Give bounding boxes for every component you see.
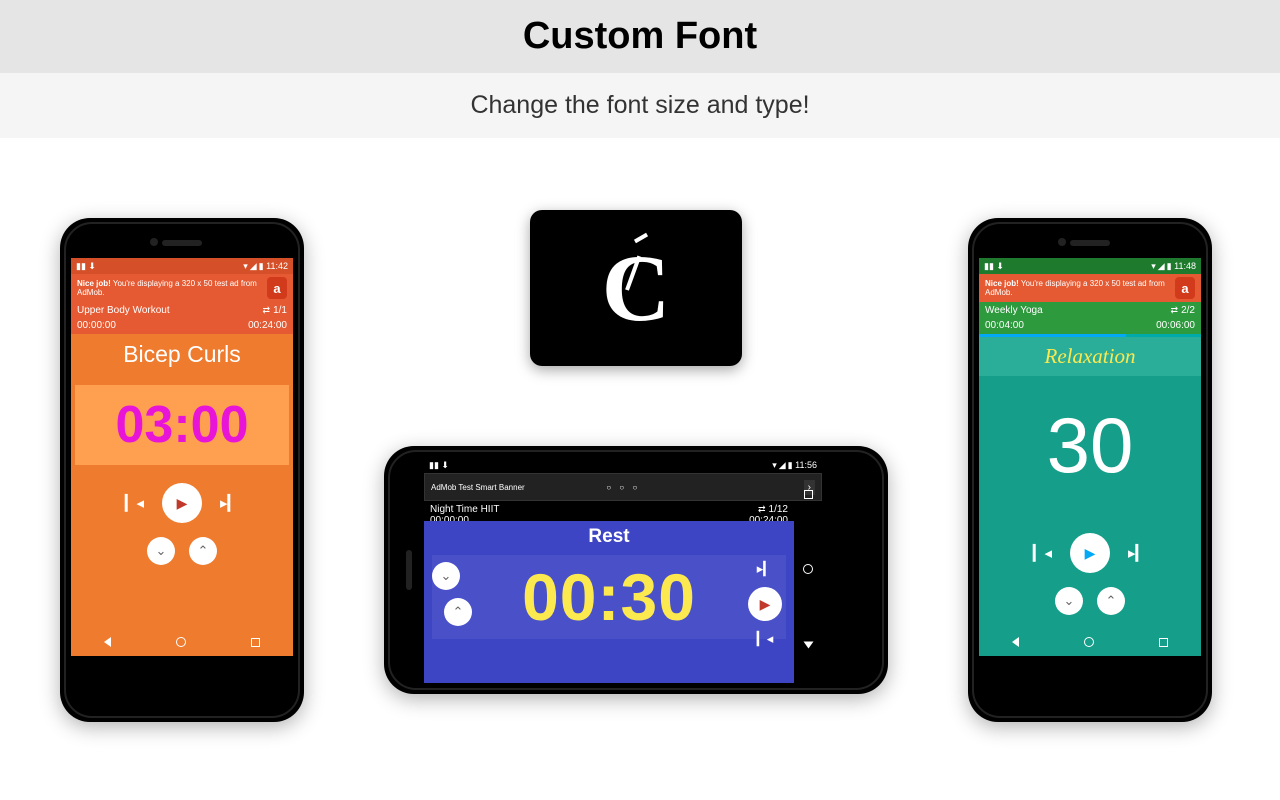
nav-home-icon[interactable] (1084, 637, 1094, 647)
battery-icon: ▮ (1167, 261, 1172, 272)
prev-icon[interactable]: ▎◂ (1033, 544, 1052, 562)
showcase: C ▮▮ ⬇ ▾◢▮ 11:42 Nice job! You're displa… (0, 138, 1280, 798)
status-bar: ▮▮ ⬇ ▾◢▮ 11:42 (71, 258, 293, 274)
phone-portrait-teal: ▮▮ ⬇ ▾◢▮ 11:48 Nice job! You're displayi… (968, 218, 1212, 722)
up-button[interactable]: ⌃ (1097, 587, 1125, 615)
battery-icon: ▮ (788, 460, 793, 471)
battery-icon: ▮ (259, 261, 264, 272)
phone-landscape-dark: ▮▮ ⬇ ▾◢▮ 11:56 AdMob Test Smart Banner ○… (384, 446, 888, 694)
next-icon[interactable]: ▸▎ (220, 494, 239, 512)
prev-icon[interactable]: ▎◂ (125, 494, 144, 512)
pause-icon: ▮▮ ⬇ (984, 261, 1004, 272)
signal-icon: ◢ (250, 261, 257, 272)
wifi-icon: ▾ (243, 261, 248, 272)
clock-c-logo: C (602, 233, 671, 343)
admob-icon: a (267, 277, 287, 299)
down-button[interactable]: ⌄ (1055, 587, 1083, 615)
nav-recent-icon[interactable] (251, 638, 260, 647)
up-button[interactable]: ⌃ (444, 598, 472, 626)
play-button[interactable]: ▶ (162, 483, 202, 523)
nav-back-icon[interactable] (803, 642, 813, 649)
page-subtitle: Change the font size and type! (0, 73, 1280, 138)
prev-icon[interactable]: ▎◂ (757, 631, 774, 647)
status-bar: ▮▮ ⬇ ▾◢▮ 11:48 (979, 258, 1201, 274)
timer-display: 00:30 (432, 555, 786, 639)
shuffle-icon: ⇄ (263, 305, 271, 315)
nav-home-icon[interactable] (803, 564, 813, 574)
ad-banner[interactable]: AdMob Test Smart Banner ○ ○ ○ › (424, 473, 822, 501)
status-bar: ▮▮ ⬇ ▾◢▮ 11:56 (424, 457, 822, 473)
wifi-icon: ▾ (1151, 261, 1156, 272)
nav-home-icon[interactable] (176, 637, 186, 647)
pause-icon: ▮▮ ⬇ (429, 460, 449, 471)
play-button[interactable]: ▶ (1070, 533, 1110, 573)
exercise-name: Bicep Curls (71, 334, 293, 375)
clock-time: 11:42 (266, 261, 288, 271)
play-button[interactable]: ▶ (748, 587, 782, 621)
page-title: Custom Font (0, 0, 1280, 73)
nav-back-icon[interactable] (1012, 637, 1019, 647)
clock-time: 11:48 (1174, 261, 1196, 271)
wifi-icon: ▾ (772, 460, 777, 471)
next-icon[interactable]: ▸▎ (1128, 544, 1147, 562)
nav-back-icon[interactable] (104, 637, 111, 647)
phone-portrait-orange: ▮▮ ⬇ ▾◢▮ 11:42 Nice job! You're displayi… (60, 218, 304, 722)
exercise-name: Rest (424, 521, 794, 553)
shuffle-icon: ⇄ (1171, 305, 1179, 315)
shuffle-icon: ⇄ (758, 504, 766, 514)
ad-banner[interactable]: Nice job! You're displaying a 320 x 50 t… (979, 274, 1201, 302)
exercise-name: Relaxation (979, 337, 1201, 376)
nav-recent-icon[interactable] (1159, 638, 1168, 647)
timer-display: 30 (979, 376, 1201, 515)
admob-icon: a (1175, 277, 1195, 299)
workout-header: Weekly Yoga⇄2/2 00:04:0000:06:00 (979, 302, 1201, 334)
down-button[interactable]: ⌄ (147, 537, 175, 565)
next-icon[interactable]: ▸▎ (757, 561, 774, 577)
up-button[interactable]: ⌃ (189, 537, 217, 565)
timer-display: 03:00 (75, 385, 289, 465)
signal-icon: ◢ (1158, 261, 1165, 272)
progress-bar (979, 334, 1201, 337)
signal-icon: ◢ (779, 460, 786, 471)
workout-header: Upper Body Workout⇄1/1 00:00:0000:24:00 (71, 302, 293, 334)
pause-icon: ▮▮ ⬇ (76, 261, 96, 272)
app-icon-card: C (530, 210, 742, 366)
ad-banner[interactable]: Nice job! You're displaying a 320 x 50 t… (71, 274, 293, 302)
nav-recent-icon[interactable] (804, 490, 813, 499)
down-button[interactable]: ⌄ (432, 562, 460, 590)
